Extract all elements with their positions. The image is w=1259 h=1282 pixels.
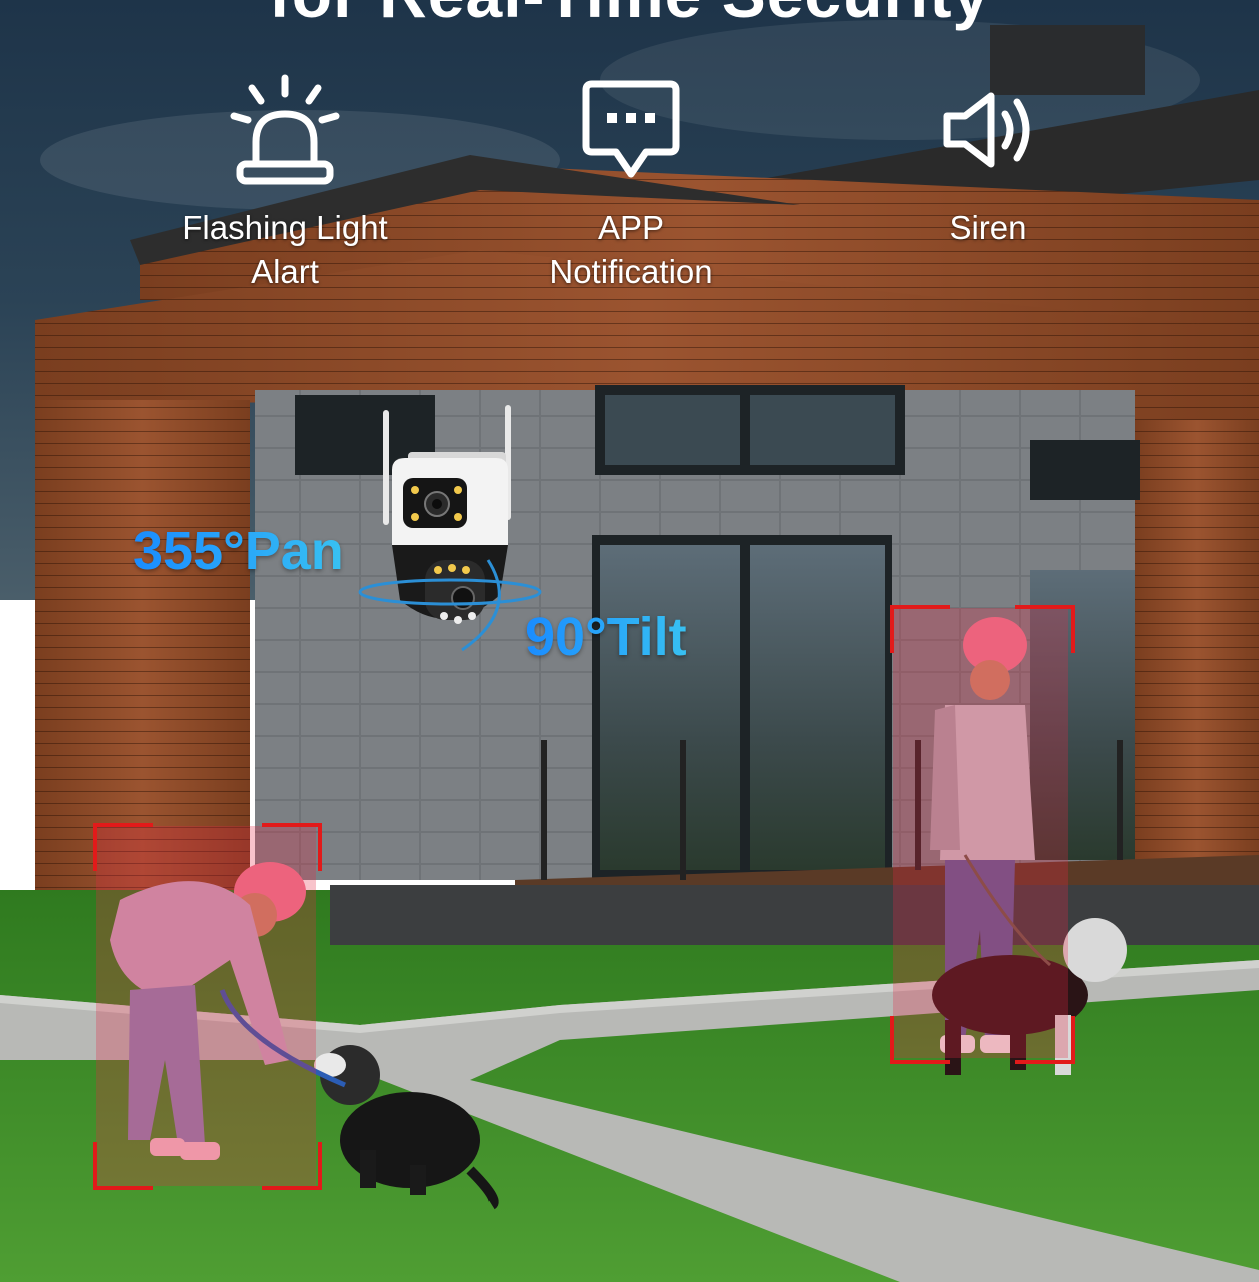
feature-label-line: Flashing Light	[182, 209, 388, 246]
detection-corner	[1015, 1016, 1075, 1064]
feature-flashing-light: Flashing Light Alart	[125, 70, 445, 294]
chat-bubble-icon	[582, 80, 680, 178]
speaker-icon	[943, 92, 1030, 168]
detection-corner	[262, 1142, 322, 1190]
detection-box-right	[893, 608, 1068, 1058]
detection-corner	[890, 605, 950, 653]
detection-corner	[1015, 605, 1075, 653]
detection-corner	[890, 1016, 950, 1064]
product-banner: for Real-Time Security Flashing Light Al…	[0, 0, 1259, 1282]
detection-box-left	[96, 826, 316, 1186]
alarm-light-icon	[230, 74, 340, 185]
detection-corner	[93, 823, 153, 871]
feature-siren: Siren	[828, 70, 1148, 250]
detection-corner	[262, 823, 322, 871]
pan-range-label: 355°Pan	[133, 521, 344, 581]
feature-label-line: Siren	[949, 209, 1027, 246]
headline: for Real-Time Security	[0, 0, 1259, 32]
detection-corner	[93, 1142, 153, 1190]
feature-app-notification: APP Notification	[471, 70, 791, 294]
feature-label-line: Notification	[549, 253, 713, 290]
feature-label-line: Alart	[251, 253, 319, 290]
tilt-range-label: 90°Tilt	[525, 607, 687, 667]
feature-label-line: APP	[597, 209, 665, 246]
